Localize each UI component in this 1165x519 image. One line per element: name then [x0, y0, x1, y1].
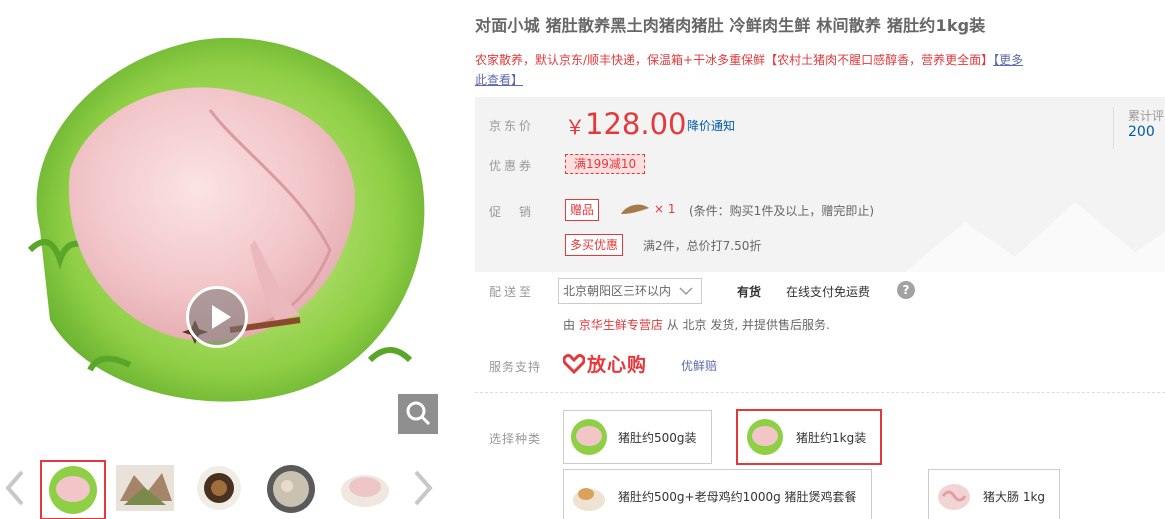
thumbnail-2[interactable] [112, 460, 178, 519]
currency-symbol: ￥ [565, 115, 585, 139]
gift-quantity: × 1 [654, 202, 676, 216]
variant-label-2: 猪肚约1kg装 [796, 430, 867, 445]
chevron-right-icon[interactable] [408, 466, 436, 510]
product-title: 对面小城 猪肚散养黑土肉猪肉猪肚 冷鲜肉生鲜 林间散养 猪肚约1kg装 [475, 16, 986, 35]
promo-description: 农家散养，默认京东/顺丰快递，保温箱+干冰多重保鲜【农村土猪肉不腥口感醇香，营养… [475, 53, 994, 67]
cumulative-reviews[interactable]: 累计评 200 [1113, 107, 1165, 149]
price-value: 128.00 [585, 107, 687, 141]
price-summary-panel: 京东价 ￥128.00 降价通知 累计评 200 优惠券 满199减10 促 销… [475, 97, 1165, 272]
pork-tripe-image [0, 0, 440, 436]
help-icon[interactable]: ? [897, 281, 915, 299]
variant-label-1: 猪肚约500g装 [618, 430, 697, 445]
sold-by: 由 京华生鲜专营店 从 北京 发货, 并提供售后服务. [563, 316, 830, 333]
variant-label-3: 猪肚约500g+老母鸡约1000g 猪肚煲鸡套餐 [618, 489, 857, 504]
sold-by-prefix: 由 [563, 318, 576, 332]
variant-option-1[interactable]: 猪肚约500g装 [563, 410, 712, 464]
product-gallery [0, 0, 440, 519]
chevron-left-icon[interactable] [2, 466, 30, 510]
service-sub-link[interactable]: 优鲜赔 [681, 357, 717, 374]
price-notify-link[interactable]: 降价通知 [687, 117, 735, 134]
service-label: 服务支持 [489, 360, 542, 374]
product-info: 对面小城 猪肚散养黑土肉猪肉猪肚 冷鲜肉生鲜 林间散养 猪肚约1kg装 农家散养… [475, 0, 1165, 519]
thumbnail-1[interactable] [40, 460, 106, 519]
price: ￥128.00 [565, 107, 686, 141]
coupon-badge[interactable]: 满199减10 [565, 154, 646, 174]
more-link-continued[interactable]: 此查看】 [475, 73, 523, 87]
section-divider [475, 392, 1165, 393]
stock-status: 有货 [737, 285, 762, 299]
service-logo-text: 放心购 [587, 354, 648, 376]
service-badge[interactable]: 放心购 [563, 350, 647, 377]
heart-icon [563, 353, 585, 374]
variant-thumb [571, 419, 607, 455]
multi-buy-tag: 多买优惠 [565, 234, 624, 256]
address-value: 北京朝阳区三环以内 [563, 284, 672, 298]
more-link[interactable]: 【更多 [993, 53, 1023, 67]
promo-text: 农家散养，默认京东/顺丰快递，保温箱+干冰多重保鲜【农村土猪肉不腥口感醇香，营养… [475, 50, 1165, 90]
thumbnail-3[interactable] [186, 460, 252, 519]
price-label: 京东价 [489, 119, 535, 133]
thumbnail-strip [0, 456, 440, 519]
variant-thumb [747, 419, 783, 455]
variant-option-2[interactable]: 猪肚约1kg装 [736, 409, 883, 465]
play-video-button[interactable] [186, 286, 248, 348]
variant-thumb [573, 488, 605, 511]
sold-by-suffix: 从 北京 发货, 并提供售后服务. [666, 318, 830, 332]
variant-thumb [938, 484, 970, 510]
gift-condition: (条件：购买1件及以上，赠完即止) [689, 204, 874, 218]
main-product-image[interactable] [0, 0, 440, 436]
shipping-info: 在线支付免运费 [786, 285, 871, 299]
shop-link[interactable]: 京华生鲜专营店 [579, 318, 663, 332]
cumulative-label: 累计评 [1128, 109, 1165, 123]
thumbnail-5[interactable] [332, 460, 398, 519]
delivery-label: 配送至 [489, 285, 535, 299]
chevron-down-icon [679, 287, 693, 296]
gift-item-image[interactable] [619, 200, 651, 218]
variant-label-4: 猪大肠 1kg [983, 489, 1046, 504]
coupon-label: 优惠券 [489, 159, 535, 173]
address-selector[interactable]: 北京朝阳区三环以内 [558, 278, 703, 304]
variant-label: 选择种类 [489, 432, 542, 446]
multi-buy-description: 满2件，总价打7.50折 [643, 239, 762, 253]
cumulative-value: 200 [1128, 124, 1155, 140]
delivery-section: 配送至 北京朝阳区三环以内 有货 在线支付免运费 ? 由 京华生鲜专营店 从 北… [475, 272, 1165, 384]
zoom-icon[interactable] [398, 394, 438, 434]
background-decoration [905, 202, 1165, 272]
promotion-label: 促 销 [489, 205, 535, 219]
variant-option-4[interactable]: 猪大肠 1kg [928, 469, 1061, 519]
thumbnail-4[interactable] [258, 460, 324, 519]
variant-option-3[interactable]: 猪肚约500g+老母鸡约1000g 猪肚煲鸡套餐 [563, 469, 872, 519]
gift-tag: 赠品 [565, 199, 600, 221]
